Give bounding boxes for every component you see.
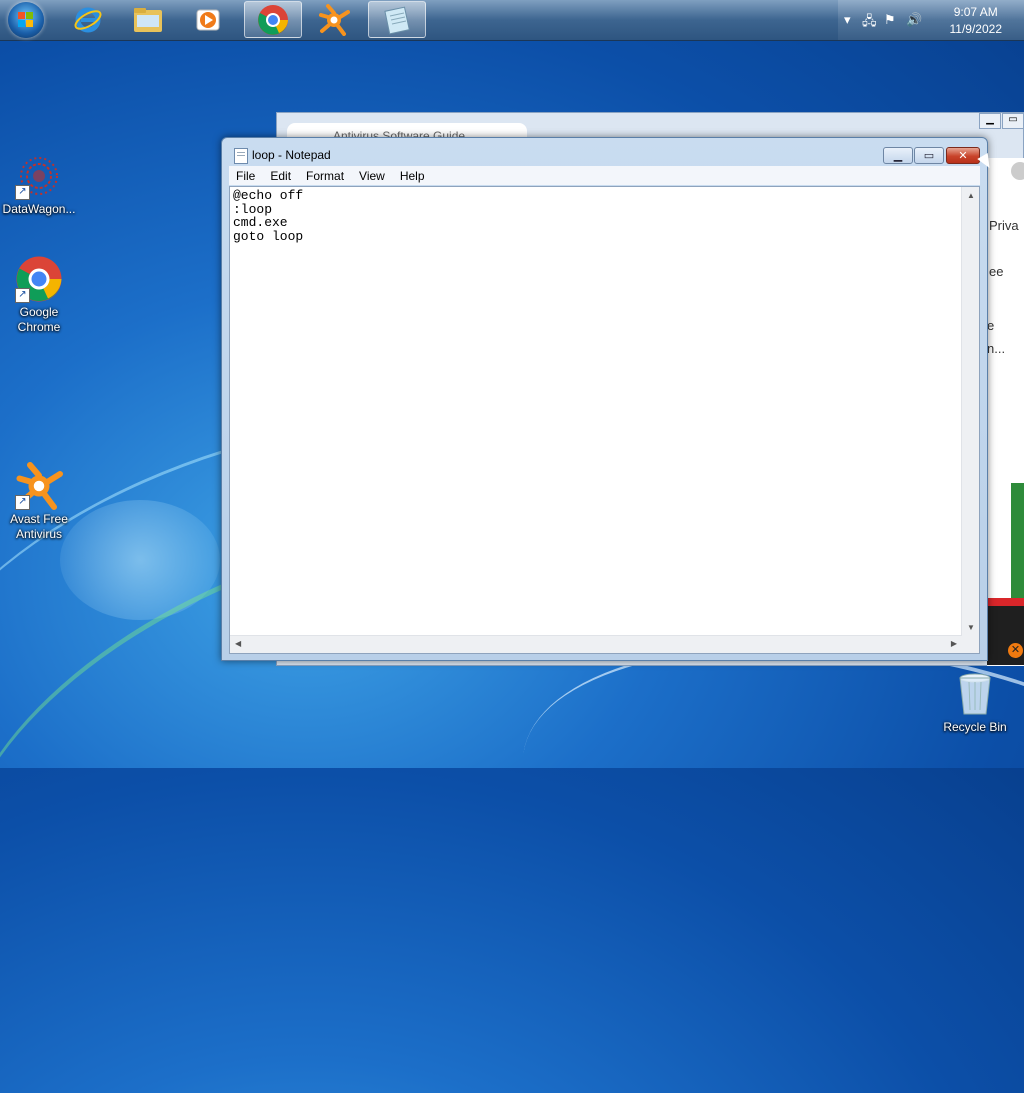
show-hidden-icons-icon[interactable]: ▾ — [844, 12, 851, 28]
scroll-down-arrow-icon[interactable]: ▼ — [967, 623, 975, 632]
media-player-icon — [196, 9, 220, 30]
menu-bar: File Edit Format View Help — [229, 166, 980, 185]
taskbar-chrome[interactable] — [244, 1, 302, 38]
action-center-flag-icon[interactable]: ⚑ — [884, 12, 896, 28]
recycle-bin-icon — [951, 670, 999, 718]
network-icon[interactable]: 🖧 — [862, 12, 877, 34]
clock[interactable]: 9:07 AM 11/9/2022 — [950, 4, 1003, 38]
taskbar-file-explorer[interactable] — [120, 1, 176, 38]
browser-partial-text: Priva — [989, 218, 1019, 233]
menu-format[interactable]: Format — [299, 169, 352, 183]
maximize-button[interactable]: ▭ — [914, 147, 944, 164]
desktop-icon-recycle-bin[interactable]: Recycle Bin — [936, 670, 1014, 735]
internet-explorer-icon — [74, 7, 102, 32]
profile-avatar[interactable] — [1011, 162, 1024, 180]
clock-date: 11/9/2022 — [949, 22, 1003, 36]
browser-content: Priva ee e n... — [987, 158, 1024, 666]
vertical-scrollbar[interactable]: ▲ ▼ — [961, 187, 979, 636]
menu-file[interactable]: File — [229, 169, 263, 183]
datawagon-icon: ↗ — [15, 152, 63, 200]
browser-banner-stripe — [987, 598, 1024, 606]
resize-grip[interactable] — [962, 636, 979, 653]
taskbar-avast[interactable] — [306, 1, 362, 38]
desktop-icon-datawagon[interactable]: ↗ DataWagon... — [0, 152, 78, 217]
notepad-app-icon[interactable] — [234, 148, 248, 164]
file-explorer-icon — [134, 7, 162, 32]
horizontal-scrollbar[interactable]: ◀ ▶ — [230, 635, 962, 653]
scroll-up-arrow-icon[interactable]: ▲ — [967, 191, 975, 200]
notepad-window[interactable]: loop - Notepad ▁ ▭ ✕ File Edit Format Vi… — [221, 137, 988, 661]
volume-icon[interactable]: 🔊 — [906, 12, 922, 28]
avast-icon: ↗ — [15, 462, 63, 510]
menu-edit[interactable]: Edit — [263, 169, 299, 183]
avast-icon — [319, 3, 350, 36]
desktop-icon-label: Recycle Bin — [943, 720, 1007, 734]
shortcut-arrow-icon: ↗ — [15, 495, 30, 510]
chrome-icon — [258, 4, 288, 35]
browser-partial-text: n... — [987, 341, 1006, 356]
system-tray: ▾ 🖧 ⚑ 🔊 9:07 AM 11/9/2022 — [838, 0, 1024, 40]
notepad-icon — [384, 6, 410, 34]
browser-partial-text: ee — [989, 264, 1004, 279]
shortcut-arrow-icon: ↗ — [15, 288, 30, 303]
browser-partial-text: e — [987, 318, 995, 333]
menu-view[interactable]: View — [352, 169, 393, 183]
windows-logo-icon — [18, 12, 34, 28]
desktop-icon-label: Avast Free Antivirus — [10, 512, 68, 541]
close-button[interactable]: ✕ — [946, 147, 980, 164]
desktop-icon-label: DataWagon... — [2, 202, 76, 216]
desktop-icon-avast[interactable]: ↗ Avast Free Antivirus — [0, 462, 78, 542]
chrome-icon: ↗ — [15, 255, 63, 303]
window-title: loop - Notepad — [252, 148, 331, 162]
desktop-icon-google-chrome[interactable]: ↗ Google Chrome — [0, 255, 78, 335]
start-button[interactable] — [8, 2, 44, 38]
browser-minimize-button[interactable]: ▁ — [979, 113, 1001, 129]
text-editor[interactable]: @echo off :loop cmd.exe goto loop ▲ ▼ ◀ … — [229, 186, 980, 654]
minimize-button[interactable]: ▁ — [883, 147, 913, 164]
notification-close-icon[interactable]: ✕ — [1008, 643, 1023, 658]
clock-time: 9:07 AM — [953, 5, 998, 19]
menu-help[interactable]: Help — [393, 169, 433, 183]
taskbar-internet-explorer[interactable] — [60, 1, 116, 38]
taskbar-notepad[interactable] — [368, 1, 426, 38]
desktop-icon-label: Google Chrome — [17, 305, 61, 334]
document-text[interactable]: @echo off :loop cmd.exe goto loop — [233, 189, 303, 243]
scroll-right-arrow-icon[interactable]: ▶ — [951, 639, 957, 648]
browser-graphic — [987, 483, 1024, 603]
scroll-left-arrow-icon[interactable]: ◀ — [235, 639, 241, 648]
taskbar: ▾ 🖧 ⚑ 🔊 9:07 AM 11/9/2022 — [0, 0, 1024, 41]
shortcut-arrow-icon: ↗ — [15, 185, 30, 200]
taskbar-media-player[interactable] — [180, 1, 236, 38]
browser-maximize-button[interactable]: ▭ — [1002, 113, 1024, 129]
